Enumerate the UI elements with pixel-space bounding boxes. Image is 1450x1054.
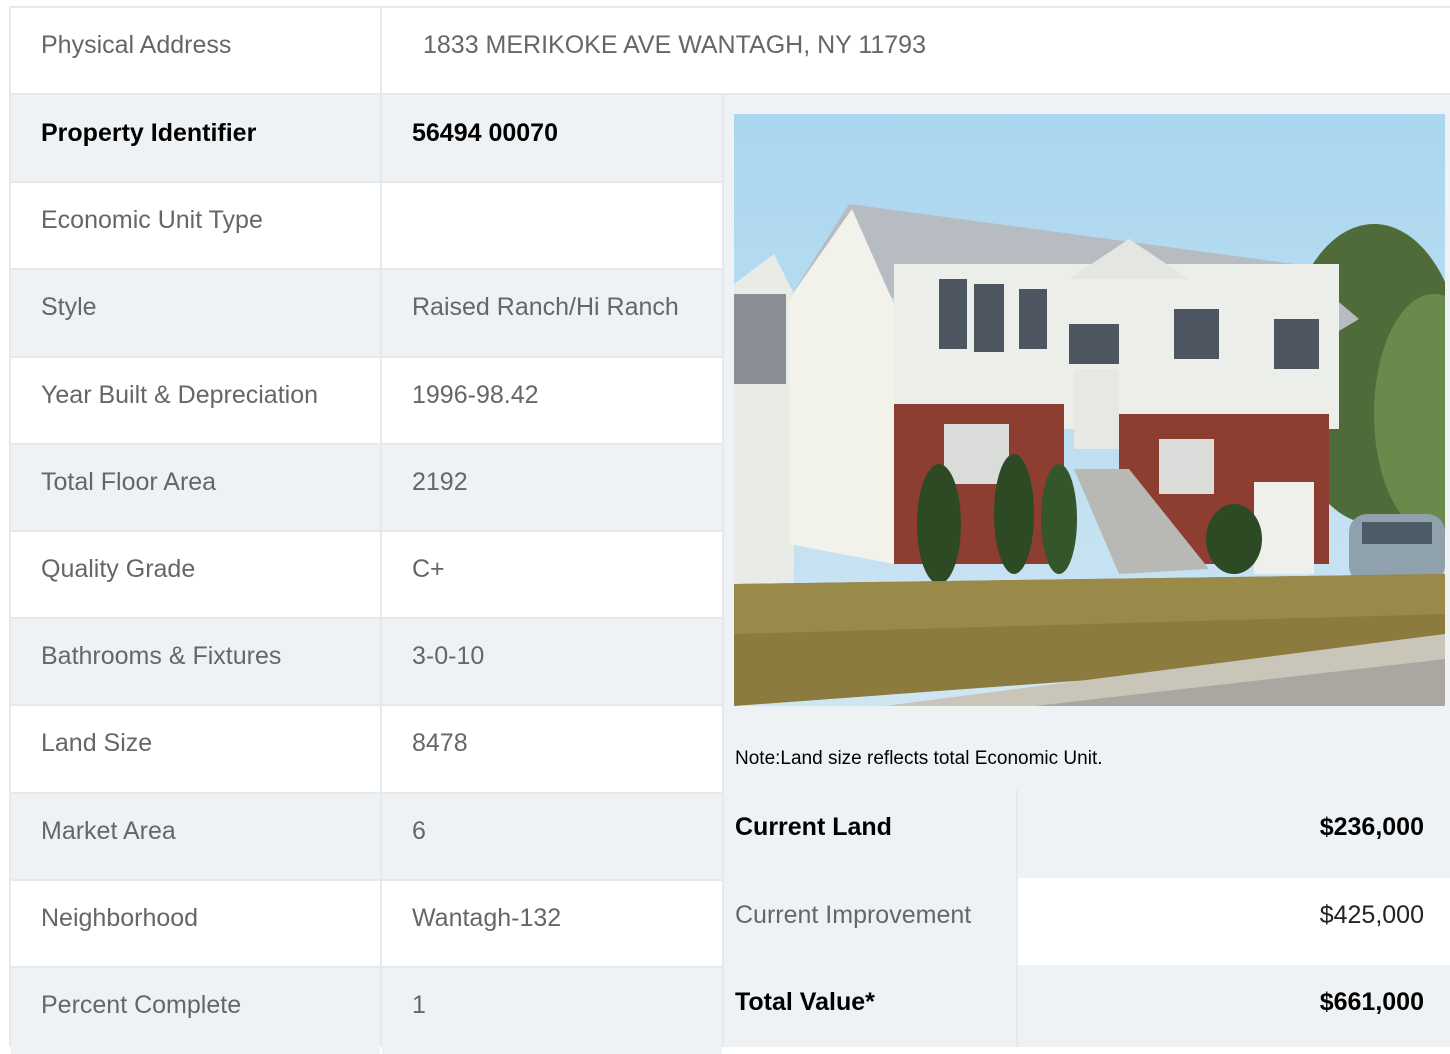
detail-value: 8478 xyxy=(412,729,468,757)
detail-value-cell: 8478 xyxy=(382,705,722,793)
detail-value-cell: 6 xyxy=(382,793,722,880)
detail-label: Year Built & Depreciation xyxy=(41,381,319,409)
detail-label: Land Size xyxy=(41,729,153,757)
detail-label-cell: Style xyxy=(11,269,380,357)
detail-label-cell: Total Floor Area xyxy=(11,444,380,531)
detail-label-cell: Market Area xyxy=(11,793,380,880)
detail-label: Total Floor Area xyxy=(41,468,217,496)
detail-label: Style xyxy=(41,293,97,321)
house-photo xyxy=(734,114,1445,706)
detail-value: 6 xyxy=(412,817,426,845)
detail-value-cell: 1 xyxy=(382,967,722,1054)
detail-value: 3-0-10 xyxy=(412,642,485,670)
detail-value: 56494 00070 xyxy=(412,119,558,147)
value-label: Current Land xyxy=(724,790,1016,878)
detail-value-cell: 56494 00070 xyxy=(382,95,722,182)
detail-label-cell: Bathrooms & Fixtures xyxy=(11,618,380,705)
detail-value: Raised Ranch/Hi Ranch xyxy=(412,293,679,321)
detail-value-cell: C+ xyxy=(382,531,722,618)
address-label-cell: Physical Address xyxy=(11,8,380,93)
address-value: 1833 MERIKOKE AVE WANTAGH, NY 11793 xyxy=(423,31,926,59)
detail-label-cell: Land Size xyxy=(11,705,380,793)
detail-label-cell: Percent Complete xyxy=(11,967,380,1054)
value-label: Total Value* xyxy=(724,965,1016,1047)
detail-value: 1996-98.42 xyxy=(412,381,539,409)
detail-value: 1 xyxy=(412,991,426,1019)
detail-value xyxy=(382,182,722,205)
detail-label: Property Identifier xyxy=(41,119,257,147)
detail-label-cell: Property Identifier xyxy=(11,95,380,182)
detail-value: 2192 xyxy=(412,468,468,496)
detail-value-cell xyxy=(382,182,722,269)
detail-label: Percent Complete xyxy=(41,991,242,1019)
detail-label: Market Area xyxy=(41,817,176,845)
detail-label-cell: Neighborhood xyxy=(11,880,380,967)
land-size-note: Note:Land size reflects total Economic U… xyxy=(735,748,1103,769)
value-amount: $236,000 xyxy=(1018,790,1450,878)
detail-value-cell: Wantagh-132 xyxy=(382,880,722,967)
detail-label: Economic Unit Type xyxy=(41,206,263,234)
value-amount: $661,000 xyxy=(1018,965,1450,1047)
detail-value: C+ xyxy=(412,555,445,583)
detail-value-cell: 2192 xyxy=(382,444,722,531)
detail-label: Neighborhood xyxy=(41,904,199,932)
value-amount: $425,000 xyxy=(1018,878,1450,965)
address-value-cell: 1833 MERIKOKE AVE WANTAGH, NY 11793 xyxy=(382,8,1450,93)
detail-value-cell: 3-0-10 xyxy=(382,618,722,705)
address-label: Physical Address xyxy=(41,31,232,59)
detail-label-cell: Year Built & Depreciation xyxy=(11,357,380,444)
detail-value-cell: 1996-98.42 xyxy=(382,357,722,444)
detail-label: Quality Grade xyxy=(41,555,196,583)
value-label: Current Improvement xyxy=(724,878,1016,965)
detail-value: Wantagh-132 xyxy=(412,904,562,932)
detail-value-cell: Raised Ranch/Hi Ranch xyxy=(382,269,722,357)
detail-label-cell: Quality Grade xyxy=(11,531,380,618)
detail-label-cell: Economic Unit Type xyxy=(11,182,380,269)
detail-label: Bathrooms & Fixtures xyxy=(41,642,282,670)
